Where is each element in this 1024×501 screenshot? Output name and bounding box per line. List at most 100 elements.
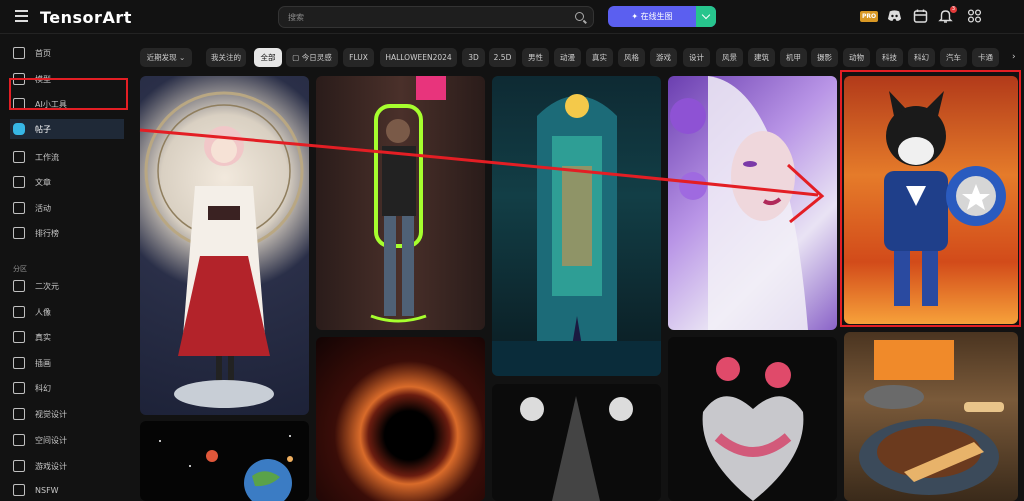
post-image-anime-girl[interactable] — [140, 76, 309, 415]
posts-icon — [13, 123, 25, 135]
chip-game[interactable]: 游戏 — [650, 48, 677, 67]
chip-all[interactable]: 全部 — [254, 48, 282, 67]
sidebar-item-label: 空间设计 — [35, 435, 67, 445]
post-image-black-hole[interactable] — [316, 337, 485, 501]
chip-scifi[interactable]: 科幻 — [908, 48, 935, 67]
post-image-white-hair-woman[interactable] — [668, 76, 837, 330]
sidebar-item-label: 插画 — [35, 358, 51, 368]
chip-halloween[interactable]: HALLOWEEN2024 — [380, 48, 457, 67]
sidebar-item-game-design[interactable]: 游戏设计 — [13, 456, 133, 476]
chip-car[interactable]: 汽车 — [940, 48, 967, 67]
sidebar-item-workflow[interactable]: 工作流 — [13, 147, 133, 167]
gamepad-icon — [13, 460, 25, 472]
food-feast-art — [859, 340, 1004, 495]
chevron-right-icon[interactable]: › — [1012, 52, 1020, 62]
camera-icon — [13, 331, 25, 343]
discord-icon[interactable] — [887, 9, 902, 23]
white-hair-woman-art — [670, 76, 808, 330]
generate-online-button[interactable]: ✦ 在线生图 — [608, 6, 696, 27]
palette-icon — [13, 357, 25, 369]
sidebar-item-label: 排行榜 — [35, 228, 59, 238]
chip-following[interactable]: 我关注的 — [206, 48, 246, 67]
alien-moons-art — [520, 396, 633, 501]
chip-realistic[interactable]: 真实 — [586, 48, 613, 67]
sidebar-item-label: 游戏设计 — [35, 461, 67, 471]
space-art — [159, 435, 293, 501]
sidebar-item-realistic[interactable]: 真实 — [13, 327, 133, 347]
sort-dropdown[interactable]: 近期发现 ⌄ — [140, 48, 192, 67]
menu-toggle-icon[interactable] — [15, 10, 28, 22]
search-input[interactable] — [288, 10, 558, 25]
building-icon — [13, 434, 25, 446]
chip-design[interactable]: 设计 — [683, 48, 710, 67]
post-image-cathedral[interactable] — [492, 76, 661, 376]
search-icon[interactable] — [575, 12, 584, 21]
pro-badge[interactable]: PRO — [860, 11, 879, 22]
design-icon — [13, 408, 25, 420]
person-icon — [13, 306, 25, 318]
sidebar-item-label: NSFW — [35, 485, 59, 495]
anime-girl-art — [144, 91, 304, 408]
sidebar-item-label: 文章 — [35, 177, 51, 187]
mech-heart-art — [702, 357, 804, 501]
sidebar-item-articles[interactable]: 文章 — [13, 172, 133, 192]
post-image-food-feast[interactable] — [844, 332, 1018, 501]
chip-photography[interactable]: 摄影 — [811, 48, 838, 67]
filter-bar: 近期发现 ⌄ 我关注的 全部 ▢ 今日灵感 FLUX HALLOWEEN2024… — [140, 48, 1020, 67]
workflow-icon — [13, 151, 25, 163]
post-image-space[interactable] — [140, 421, 309, 501]
sidebar-item-posts[interactable]: 帖子 — [10, 119, 124, 139]
chip-label: 今日灵感 — [301, 53, 332, 62]
post-image-cat-captain[interactable] — [844, 76, 1018, 324]
sidebar-item-nsfw[interactable]: NSFW — [13, 480, 133, 500]
post-image-alien-moons[interactable] — [492, 384, 661, 501]
chip-male[interactable]: 男性 — [522, 48, 549, 67]
section-title: 分区 — [13, 265, 27, 273]
sidebar-item-visual-design[interactable]: 视觉设计 — [13, 404, 133, 424]
sidebar-item-label: 二次元 — [35, 281, 59, 291]
sidebar-item-label: 视觉设计 — [35, 409, 67, 419]
nsfw-icon — [13, 484, 25, 496]
chip-tech[interactable]: 科技 — [876, 48, 903, 67]
logo[interactable]: TensorArt — [40, 8, 132, 27]
generate-button-group: ✦ 在线生图 — [608, 6, 716, 27]
chip-cartoon[interactable]: 卡通 — [972, 48, 999, 67]
cathedral-art — [492, 94, 661, 376]
chip-landscape[interactable]: 风景 — [716, 48, 743, 67]
sidebar-item-label: 帖子 — [35, 124, 51, 134]
sidebar-item-label: 首页 — [35, 48, 51, 58]
sidebar-item-label: 科幻 — [35, 383, 51, 393]
search-box[interactable] — [278, 6, 594, 28]
sidebar-item-events[interactable]: 活动 — [13, 198, 133, 218]
sidebar-item-home[interactable]: 首页 — [13, 43, 133, 63]
notification-badge: 3 — [950, 6, 957, 13]
sidebar-item-space-design[interactable]: 空间设计 — [13, 430, 133, 450]
chip-style[interactable]: 风格 — [618, 48, 645, 67]
cat-captain-art — [884, 91, 1006, 306]
chip-anime[interactable]: 动漫 — [554, 48, 581, 67]
rocket-icon — [13, 382, 25, 394]
sidebar-item-illustration[interactable]: 插画 — [13, 353, 133, 373]
sidebar-item-leaderboard[interactable]: 排行榜 — [13, 223, 133, 243]
chip-flux[interactable]: FLUX — [343, 48, 374, 67]
sort-label: 近期发现 — [146, 53, 177, 62]
annotation-highlight-sidebar — [9, 78, 128, 110]
sidebar-item-portrait[interactable]: 人像 — [13, 302, 133, 322]
chip-animal[interactable]: 动物 — [843, 48, 870, 67]
top-bar: TensorArt ✦ 在线生图 PRO 3 — [0, 0, 1024, 34]
sidebar-item-scifi[interactable]: 科幻 — [13, 378, 133, 398]
chip-2-5d[interactable]: 2.5D — [489, 48, 516, 67]
apps-grid-icon[interactable] — [967, 9, 982, 23]
trophy-icon — [13, 227, 25, 239]
chip-today-inspiration[interactable]: ▢ 今日灵感 — [286, 48, 338, 67]
post-image-mech-heart[interactable] — [668, 337, 837, 501]
chevron-down-icon[interactable] — [696, 6, 716, 27]
sidebar-item-anime[interactable]: 二次元 — [13, 276, 133, 296]
sidebar-item-label: 真实 — [35, 332, 51, 342]
chip-3d[interactable]: 3D — [462, 48, 485, 67]
calendar-icon[interactable] — [913, 9, 928, 23]
article-icon — [13, 176, 25, 188]
chip-architecture[interactable]: 建筑 — [748, 48, 775, 67]
post-image-neon-figure[interactable] — [316, 76, 485, 330]
chip-mecha[interactable]: 机甲 — [780, 48, 807, 67]
